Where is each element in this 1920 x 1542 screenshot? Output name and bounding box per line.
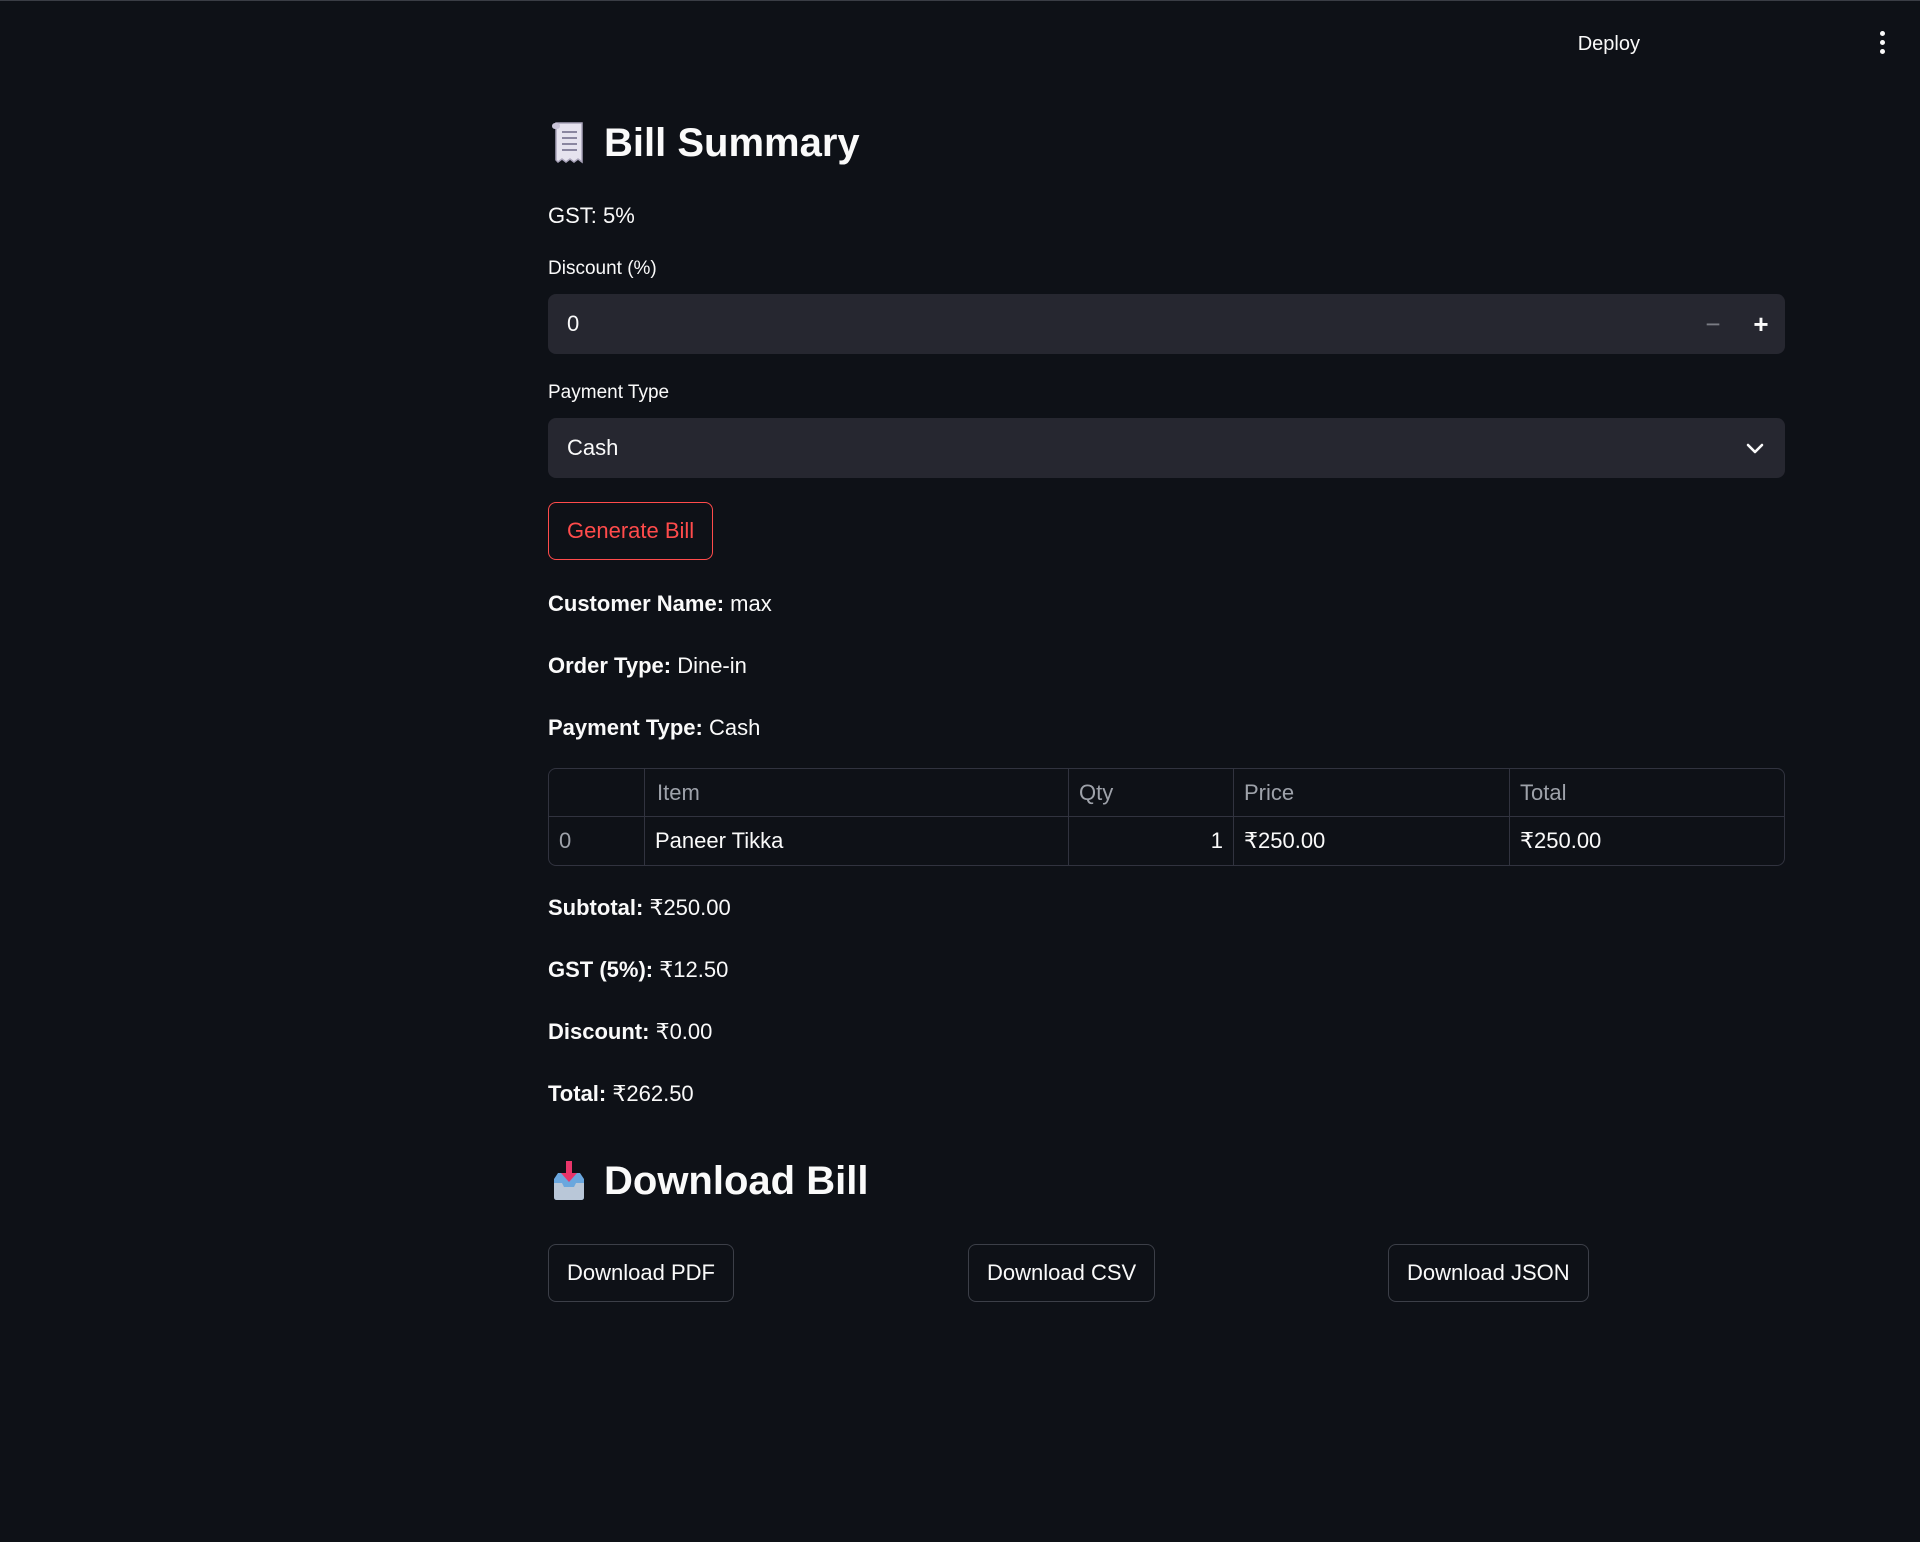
bill-summary-title: Bill Summary xyxy=(604,120,860,165)
download-buttons-row: Download PDF Download CSV Download JSON xyxy=(548,1244,1785,1304)
order-type-line: Order Type: Dine-in xyxy=(548,646,1785,686)
subtotal-line: Subtotal: ₹250.00 xyxy=(548,888,1785,928)
discount-input[interactable] xyxy=(548,310,1569,338)
payment-type-line: Payment Type: Cash xyxy=(548,708,1785,748)
subtotal-label: Subtotal: xyxy=(548,895,644,920)
column-header-qty[interactable]: Qty xyxy=(1069,769,1234,817)
payment-type-selected: Cash xyxy=(567,435,619,460)
download-pdf-button[interactable]: Download PDF xyxy=(548,1244,734,1302)
receipt-icon xyxy=(548,120,590,166)
kebab-menu-icon[interactable] xyxy=(1874,31,1890,59)
column-header-price[interactable]: Price xyxy=(1234,769,1510,817)
total-label: Total: xyxy=(548,1081,607,1106)
total-line: Total: ₹262.50 xyxy=(548,1074,1785,1114)
price-cell[interactable]: ₹250.00 xyxy=(1234,817,1510,865)
discount-amount-value: ₹0.00 xyxy=(655,1019,713,1044)
discount-amount-label: Discount: xyxy=(548,1019,650,1044)
gst-rate-text: GST: 5% xyxy=(548,203,635,228)
subtotal-value: ₹250.00 xyxy=(649,895,731,920)
customer-name-label: Customer Name: xyxy=(548,591,725,616)
app-header: Deploy xyxy=(0,1,1920,89)
payment-type-label: Payment Type xyxy=(548,382,670,403)
item-cell[interactable]: Paneer Tikka xyxy=(645,817,1069,865)
table-header-row: Item Qty Price Total xyxy=(549,769,1784,817)
column-header-total[interactable]: Total xyxy=(1510,769,1784,817)
bill-items-table[interactable]: Item Qty Price Total 0 Paneer Tikka 1 ₹2… xyxy=(548,768,1785,866)
customer-name-line: Customer Name: max xyxy=(548,584,1785,624)
download-json-button[interactable]: Download JSON xyxy=(1388,1244,1589,1302)
payment-type-line-value: Cash xyxy=(708,715,761,740)
payment-type-select[interactable]: Cash xyxy=(548,418,1785,478)
column-header-item[interactable]: Item xyxy=(645,769,1069,817)
table-row: 0 Paneer Tikka 1 ₹250.00 ₹250.00 xyxy=(549,817,1784,865)
row-index-cell: 0 xyxy=(549,817,645,865)
payment-type-line-label: Payment Type: xyxy=(548,715,703,740)
increment-button[interactable]: + xyxy=(1737,294,1785,354)
decrement-button[interactable]: − xyxy=(1689,294,1737,354)
gst-line: GST (5%): ₹12.50 xyxy=(548,950,1785,990)
discount-label: Discount (%) xyxy=(548,258,657,279)
gst-label: GST (5%): xyxy=(548,957,654,982)
download-bill-title: Download Bill xyxy=(604,1158,869,1203)
column-header-index[interactable] xyxy=(549,769,645,817)
gst-value: ₹12.50 xyxy=(659,957,729,982)
inbox-tray-icon xyxy=(548,1159,590,1203)
total-value: ₹262.50 xyxy=(612,1081,694,1106)
bill-summary-heading: Bill Summary xyxy=(548,100,1785,186)
download-csv-button[interactable]: Download CSV xyxy=(968,1244,1156,1302)
generate-bill-button[interactable]: Generate Bill xyxy=(548,502,714,560)
download-bill-heading: Download Bill xyxy=(548,1138,1785,1224)
discount-line: Discount: ₹0.00 xyxy=(548,1012,1785,1052)
deploy-button[interactable]: Deploy xyxy=(1568,27,1650,62)
order-type-label: Order Type: xyxy=(548,653,672,678)
order-type-value: Dine-in xyxy=(677,653,747,678)
main-content: Bill Summary GST: 5% Discount (%) − + Pa… xyxy=(548,100,1785,1304)
chevron-down-icon xyxy=(1746,443,1764,454)
total-cell[interactable]: ₹250.00 xyxy=(1510,817,1784,865)
qty-cell[interactable]: 1 xyxy=(1069,817,1234,865)
customer-name-value: max xyxy=(730,591,772,616)
discount-stepper: − + xyxy=(548,294,1785,354)
